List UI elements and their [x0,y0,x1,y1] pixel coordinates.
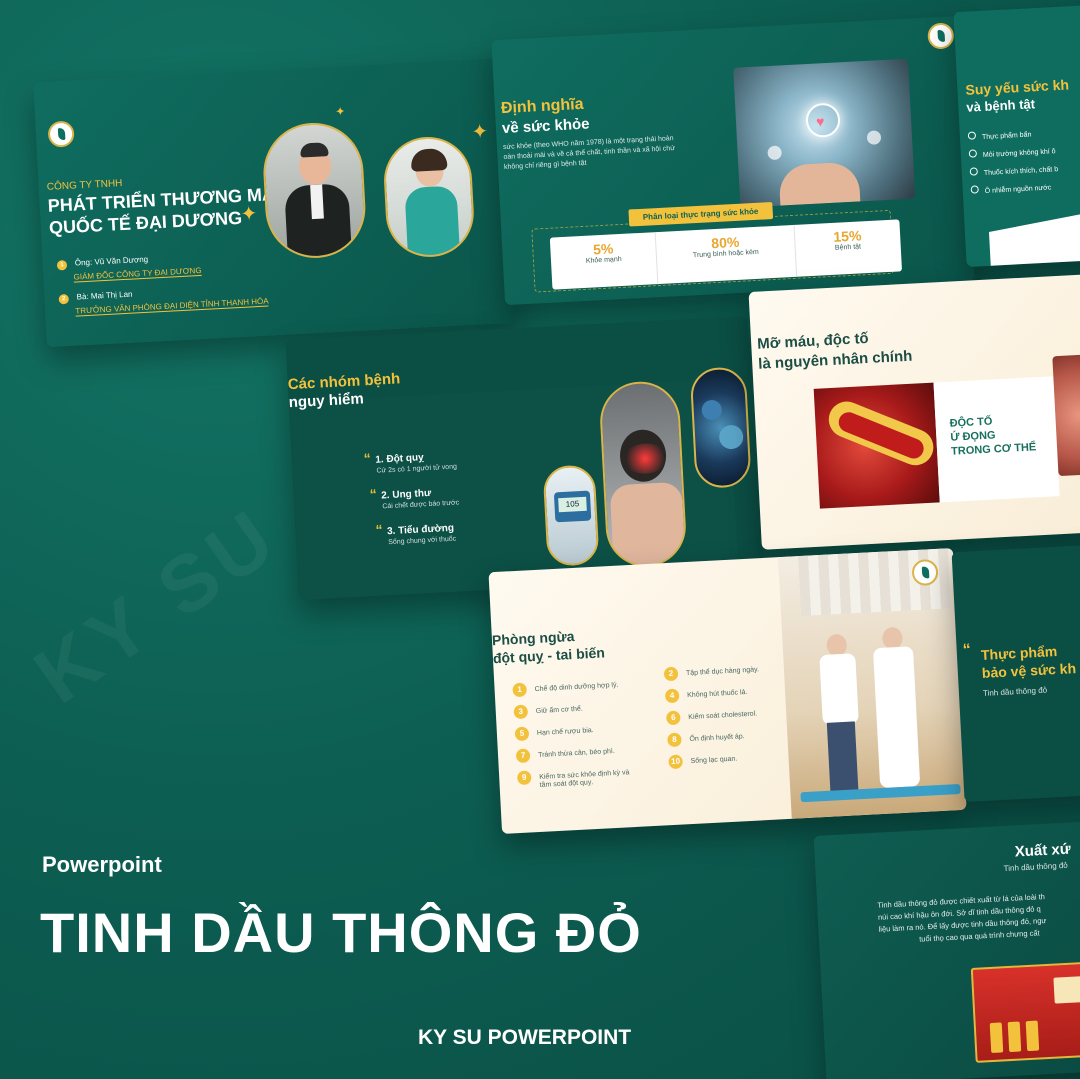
slide-origin[interactable]: Xuất xứ Tinh dầu thông đỏ Tinh dầu thông… [813,820,1080,1079]
slide2-body: không chỉ riêng gì bệnh tật [503,159,587,171]
quote-icon: “ [962,641,972,659]
slide8-title: Xuất xứ [1014,840,1072,861]
company-type: CÔNG TY TNHH [46,177,123,193]
product-box-image [970,960,1080,1063]
slide7-subtitle: Tinh dầu thông đỏ [982,685,1048,698]
prevention-item: 1 Chế độ dinh dưỡng hợp lý. [512,678,619,698]
white-decor [988,201,1080,268]
slide-company[interactable]: CÔNG TY TNHH PHÁT TRIỂN THƯƠNG MẠI QUỐC … [33,57,517,348]
prevention-item: 10 Sống lạc quan. [668,752,737,770]
stat-healthy: 5% Khỏe mạnh [549,232,659,290]
portrait-man [260,120,368,261]
slide6-title-line1: Phòng ngừa [491,627,575,649]
slide4-title-line1: Các nhóm bệnh [287,370,401,394]
logo-icon [47,120,75,148]
slide-dangerous-diseases[interactable]: Các nhóm bệnh nguy hiểm “ 1. Đột quỵ Cứ … [285,316,761,600]
hero-title: TINH DẦU THÔNG ĐỎ [40,901,642,964]
cancer-cells-image [689,366,752,489]
stat-sick: 15% Bệnh tật [832,227,862,252]
hero-footer: KY SU POWERPOINT [418,1026,632,1049]
person2-name: 2 Bà: Mai Thị Lan [58,290,133,305]
prevention-item: 7 Tránh thừa cân, béo phì. [515,744,615,764]
slide2-title-line1: Định nghĩa [500,95,584,118]
prevention-item: 2 Tập thể dục hàng ngày. [663,662,760,682]
meter-reading: 105 [558,496,587,513]
slide-health-food[interactable]: “ Thực phẩm bảo vệ sức kh Tinh dầu thông… [951,543,1080,803]
medical-hologram-image: ♥ [733,58,916,208]
hero-eyebrow: Powerpoint [42,852,162,877]
prevention-item: 4 Không hút thuốc lá. [664,685,748,704]
slide-toxins[interactable]: Mỡ máu, độc tố là nguyên nhân chính ĐỘC … [748,272,1080,550]
disease-stroke: “ 1. Đột quỵ Cứ 2s có 1 người tử vong [363,449,458,475]
slide5-title-line1: Mỡ máu, độc tố [756,329,870,353]
prevention-item: 8 Ổn định huyết áp. [667,729,745,748]
prevention-item: 5 Hạn chế rượu bia. [514,723,594,742]
portrait-woman [381,134,476,260]
slide3-item: Thực phẩm bẩn [967,128,1032,141]
slide8-subtitle: Tinh dầu thông đỏ [1003,860,1068,874]
slide3-title-line2: và bệnh tật [966,96,1036,115]
sparkle-icon: ✦ [334,104,346,119]
slide2-title-line2: về sức khỏe [501,115,590,138]
heart-icon: ♥ [815,113,825,130]
slide-weak-health[interactable]: Suy yếu sức kh và bệnh tật Thực phẩm bẩn… [953,3,1080,268]
stat-average: 80% Trung bình hoặc kém [656,224,797,285]
logo-icon [927,22,955,50]
disease-diabetes: “ 3. Tiểu đường Sống chung với thuốc [375,521,457,547]
person1-name: 1 Ông: Vũ Văn Dương [56,255,149,271]
sparkle-icon: ✦ [240,202,258,226]
sparkle-icon: ✦ [471,120,489,144]
slide3-item: Ô nhiễm nguồn nước [970,181,1051,195]
slide7-title-line2: bảo vệ sức kh [981,660,1077,681]
disease-cancer: “ 2. Ung thư Cái chết được báo trước [369,485,460,511]
slide6-title-line2: đột quỵ - tai biến [492,644,606,667]
slide3-title-line1: Suy yếu sức kh [965,76,1070,98]
blood-vessel-image [813,382,940,509]
elderly-exercise-image [778,548,967,819]
slide7-title-line1: Thực phẩm [980,642,1058,663]
callout-line2: Ứ ĐỌNG [950,429,996,444]
glucose-meter-image: 105 [542,464,600,567]
slide3-item: Thuốc kích thích, chất b [969,163,1058,178]
slide3-item: Môi trường không khí ô [968,145,1056,160]
prevention-item: 3 Giữ ấm cơ thể. [513,702,583,720]
callout-line1: ĐỘC TỐ [949,415,993,430]
prevention-item: 6 Kiểm soát cholesterol. [665,706,757,726]
slide-stroke-prevention[interactable]: Phòng ngừa đột quỵ - tai biến 1 Chế độ di… [488,548,967,834]
slide-health-definition[interactable]: Định nghĩa về sức khỏe sức khỏe (theo WH… [491,15,975,306]
prevention-item-continued: tầm soát đột quỵ. [539,779,594,789]
headache-image [598,379,688,569]
